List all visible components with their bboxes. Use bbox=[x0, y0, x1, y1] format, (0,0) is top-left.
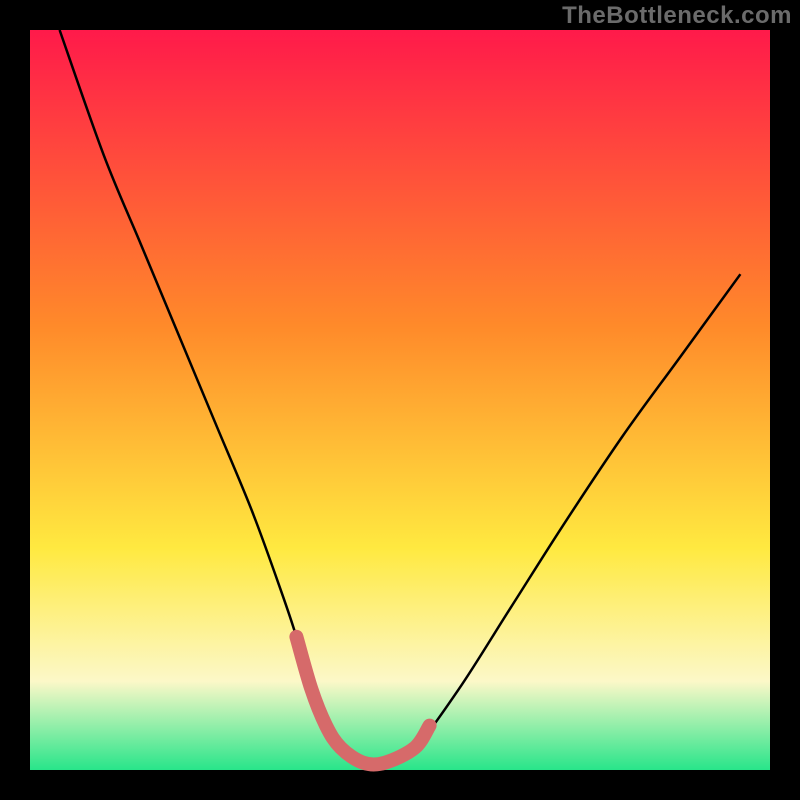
plot-area bbox=[30, 30, 770, 770]
chart-svg bbox=[0, 0, 800, 800]
chart-stage: TheBottleneck.com bbox=[0, 0, 800, 800]
watermark-text: TheBottleneck.com bbox=[562, 2, 792, 30]
